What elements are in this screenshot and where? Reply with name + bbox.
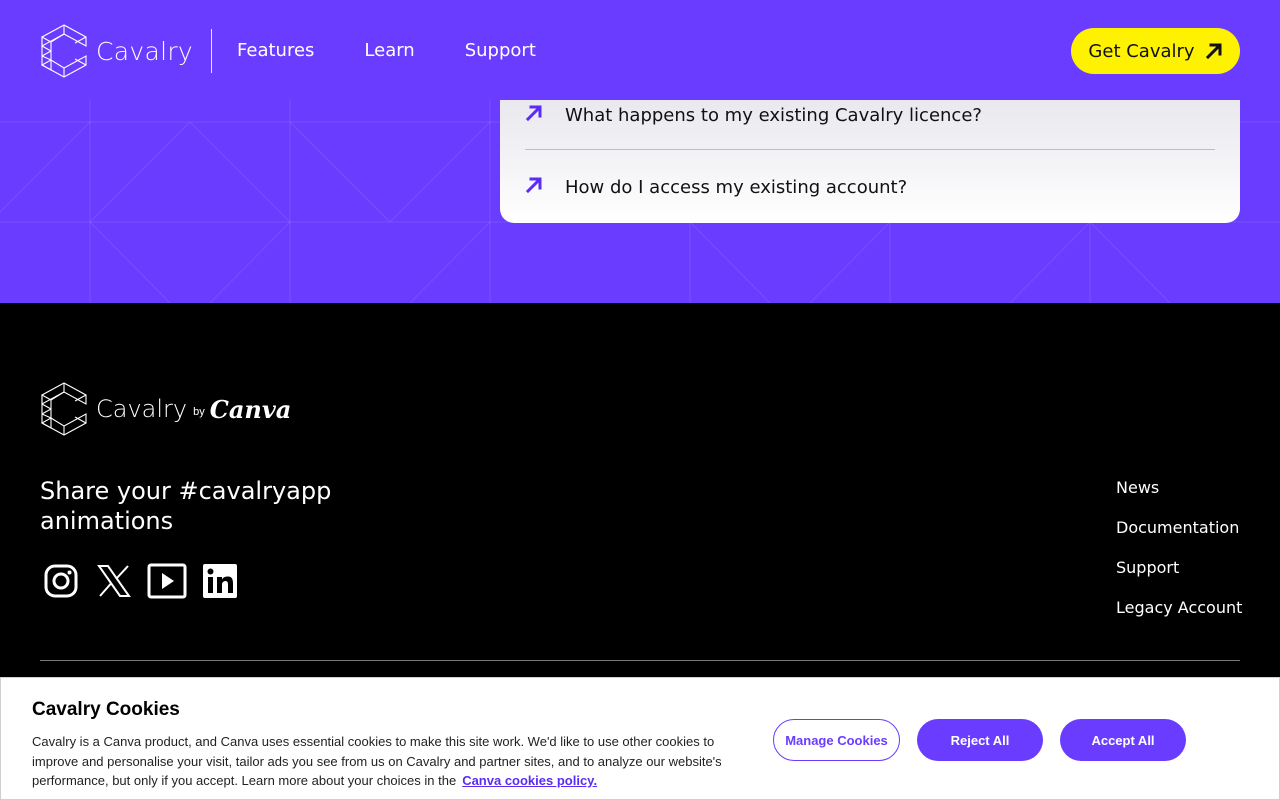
linkedin-icon[interactable] — [199, 560, 241, 602]
footer-logo-wordmark: Cavalry — [96, 395, 188, 423]
faq-question: What happens to my existing Cavalry lice… — [565, 104, 982, 126]
cavalry-logo-icon — [40, 382, 87, 436]
instagram-icon[interactable] — [40, 560, 82, 602]
nav-learn[interactable]: Learn — [364, 40, 414, 61]
get-cavalry-button[interactable]: Get Cavalry — [1071, 28, 1240, 74]
footer-link-news[interactable]: News — [1116, 477, 1242, 499]
arrow-up-right-icon — [525, 104, 543, 127]
nav-support[interactable]: Support — [465, 40, 536, 61]
cavalry-logo[interactable]: Cavalry — [40, 24, 193, 78]
faq-question: How do I access my existing account? — [565, 176, 908, 198]
arrow-up-right-icon — [1205, 42, 1223, 60]
arrow-up-right-icon — [525, 176, 543, 199]
footer-link-support[interactable]: Support — [1116, 557, 1242, 579]
main-nav: Features Learn Support — [237, 0, 586, 100]
header-divider — [211, 29, 212, 73]
faq-item[interactable]: What happens to my existing Cavalry lice… — [525, 102, 1215, 128]
faq-divider — [525, 149, 1215, 150]
logo-wordmark: Cavalry — [96, 36, 194, 66]
footer-logo[interactable]: Cavalry by Canva — [40, 382, 291, 436]
reject-all-button[interactable]: Reject All — [917, 719, 1043, 761]
faq-item[interactable]: How do I access my existing account? — [525, 174, 1215, 200]
footer-link-legacy-account[interactable]: Legacy Account — [1116, 597, 1242, 619]
footer-logo-by: by — [193, 406, 205, 418]
cookie-policy-link[interactable]: Canva cookies policy. — [462, 773, 597, 788]
cookie-body-text: Cavalry is a Canva product, and Canva us… — [32, 734, 722, 788]
social-links — [40, 560, 252, 602]
footer-divider — [40, 660, 1240, 661]
cookie-title: Cavalry Cookies — [32, 699, 180, 720]
share-heading: Share your #cavalryapp animations — [40, 477, 332, 535]
footer-link-documentation[interactable]: Documentation — [1116, 517, 1242, 539]
cookie-body: Cavalry is a Canva product, and Canva us… — [32, 732, 722, 791]
cavalry-logo-icon — [40, 24, 87, 78]
nav-features[interactable]: Features — [237, 40, 314, 61]
get-cavalry-label: Get Cavalry — [1088, 40, 1195, 62]
footer-links: News Documentation Support Legacy Accoun… — [1116, 477, 1242, 637]
accept-all-button[interactable]: Accept All — [1060, 719, 1186, 761]
canva-wordmark: Canva — [209, 394, 292, 424]
manage-cookies-button[interactable]: Manage Cookies — [773, 719, 900, 761]
cookie-banner: Cavalry Cookies Cavalry is a Canva produ… — [0, 677, 1280, 800]
x-icon[interactable] — [93, 560, 135, 602]
youtube-icon[interactable] — [146, 560, 188, 602]
faq-card: What happens to my existing Cavalry lice… — [500, 100, 1240, 223]
site-header: Cavalry Features Learn Support Get Caval… — [0, 0, 1280, 100]
